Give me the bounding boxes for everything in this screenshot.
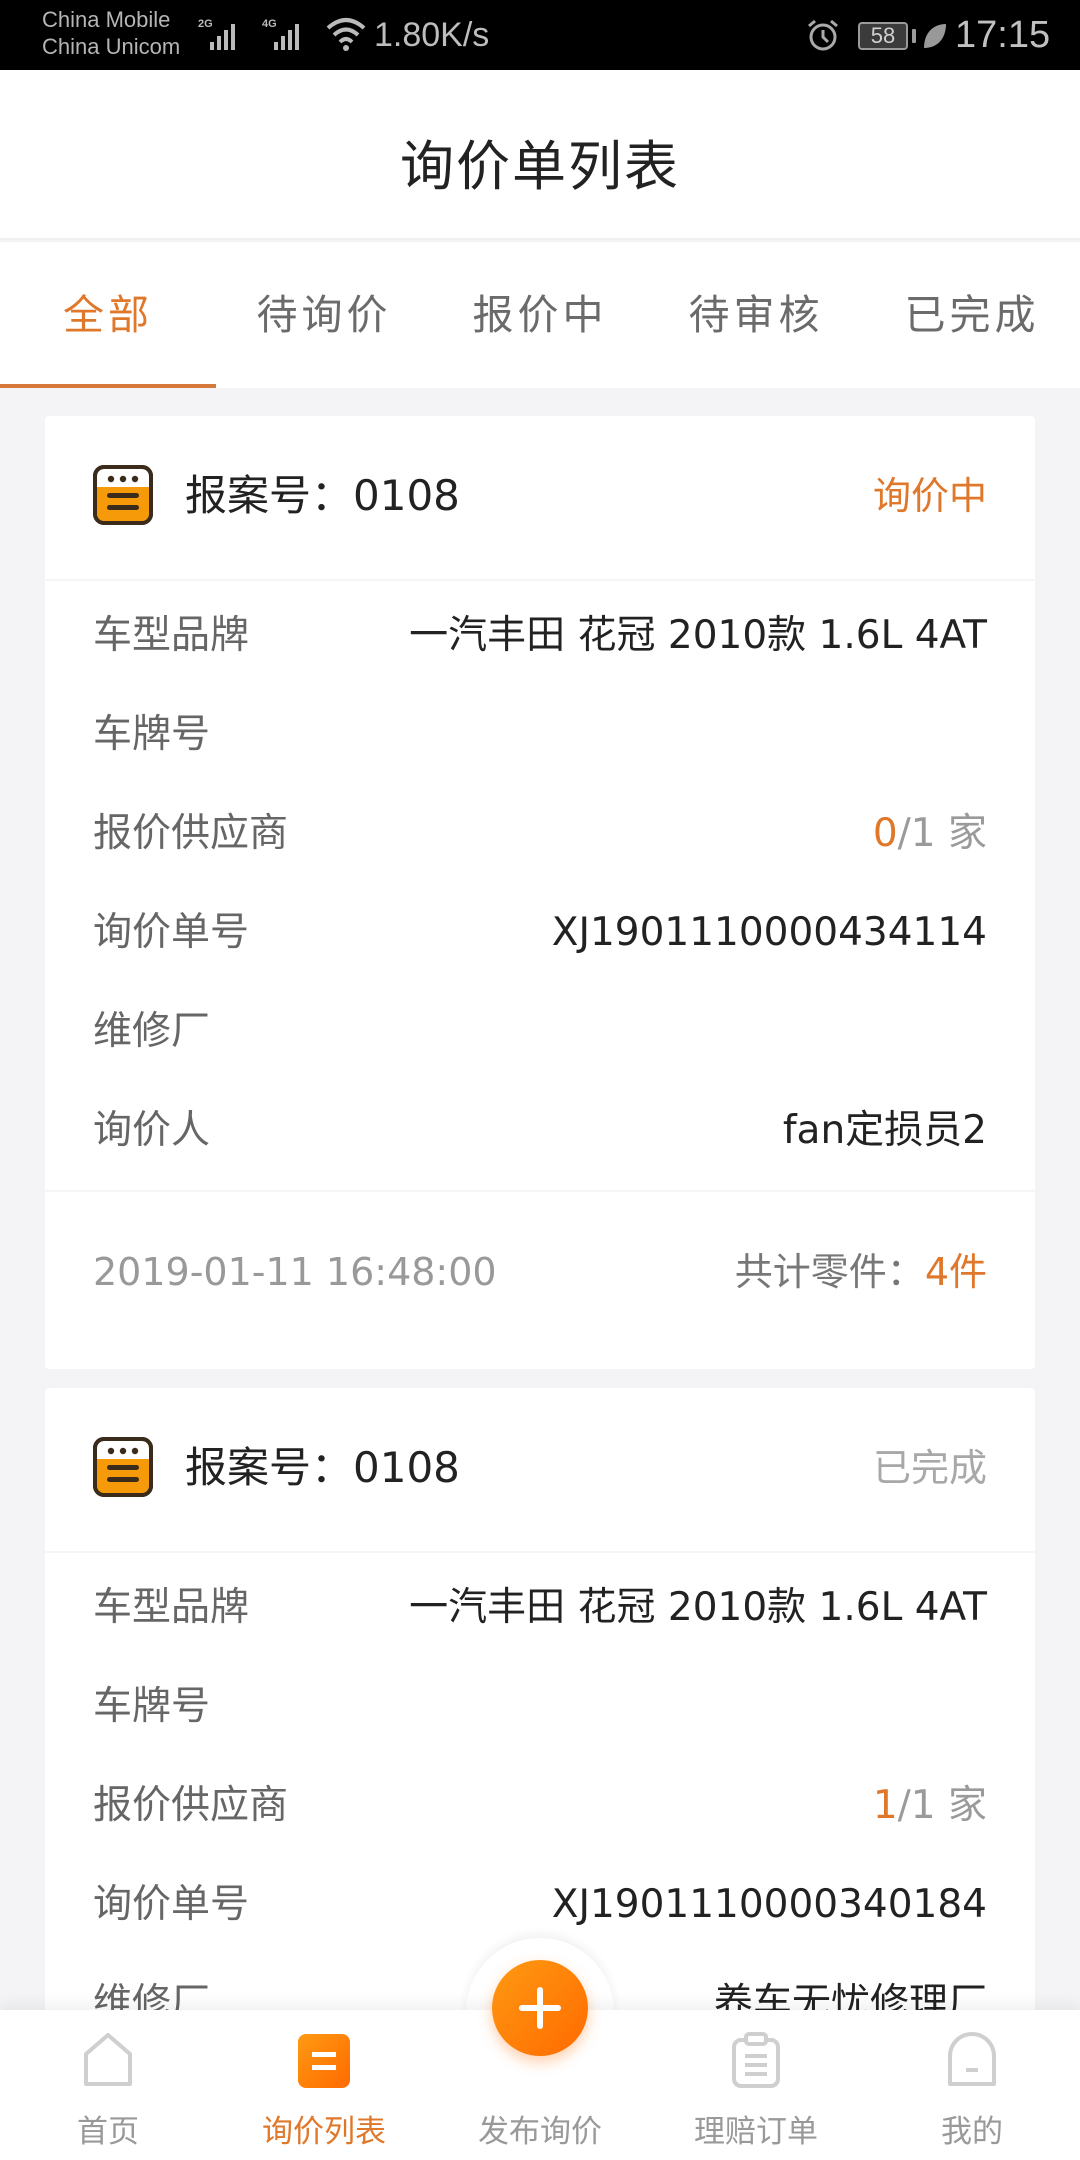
nav-profile[interactable]: 我的 [864, 2010, 1080, 2160]
supplier-count: 0/1 家 [873, 784, 987, 883]
signal-icon: 4G [262, 18, 318, 50]
nav-home[interactable]: 首页 [0, 2010, 216, 2160]
inquiry-list-icon [298, 2034, 350, 2088]
total-count: /1 家 [897, 1783, 987, 1828]
status-tabs: 全部 待询价 报价中 待审核 已完成 [0, 242, 1080, 388]
carrier-2: China Unicom [42, 34, 181, 59]
parts-label: 共计零件： [734, 1250, 925, 1294]
row-label: 车牌号 [93, 712, 211, 757]
parts-total: 共计零件：4件 [735, 1192, 987, 1352]
profile-icon [948, 2032, 996, 2086]
nav-label: 理赔订单 [694, 2114, 818, 2150]
inquiry-doc-icon [93, 465, 153, 525]
clock: 17:15 [955, 14, 1051, 56]
leaf-icon [924, 24, 946, 48]
row-vehicle-brand: 车型品牌 一汽丰田 花冠 2010款 1.6L 4AT [45, 586, 1035, 685]
status-badge: 已完成 [872, 1446, 987, 1490]
row-repair-shop: 维修厂 [45, 982, 1035, 1081]
plus-icon [537, 1987, 543, 2029]
row-label: 询价单号 [93, 1882, 250, 1927]
carrier-1: China Mobile [42, 7, 171, 32]
home-icon [84, 2033, 132, 2086]
page-title: 询价单列表 [400, 135, 680, 198]
battery-tip [912, 29, 916, 43]
nav-label: 发布询价 [478, 2114, 602, 2150]
status-bar: China Mobile China Unicom 2G 4G 1.80K/s … [0, 0, 1080, 70]
case-number: 报案号：0108 [185, 471, 460, 520]
case-number: 报案号：0108 [185, 1443, 460, 1492]
row-value: XJ1901110000340184 [551, 1882, 987, 1927]
row-label: 询价单号 [93, 910, 250, 955]
nav-claim-orders[interactable]: 理赔订单 [648, 2010, 864, 2160]
row-label: 车型品牌 [93, 613, 250, 658]
carrier-info: China Mobile China Unicom [42, 6, 180, 60]
supplier-count: 1/1 家 [873, 1756, 987, 1855]
nav-inquiry-list[interactable]: 询价列表 [216, 2010, 432, 2160]
row-plate-number: 车牌号 [45, 1657, 1035, 1756]
net-speed: 1.80K/s [374, 16, 490, 54]
card-footer: 2019-01-11 16:48:00 共计零件：4件 [45, 1190, 1035, 1369]
row-label: 维修厂 [93, 1009, 211, 1054]
total-count: /1 家 [897, 811, 987, 856]
card-body: 车型品牌 一汽丰田 花冠 2010款 1.6L 4AT 车牌号 报价供应商 0/… [45, 581, 1035, 1190]
row-label: 车型品牌 [93, 1585, 250, 1630]
signal-icon: 2G [198, 18, 254, 50]
created-time: 2019-01-11 16:48:00 [93, 1250, 497, 1294]
row-label: 车牌号 [93, 1684, 211, 1729]
battery-icon: 58 [858, 22, 908, 50]
inquiry-doc-icon [93, 1437, 153, 1497]
parts-count: 4件 [924, 1250, 987, 1294]
nav-label: 询价列表 [262, 2114, 386, 2150]
tab-all[interactable]: 全部 [0, 242, 216, 388]
row-value: 一汽丰田 花冠 2010款 1.6L 4AT [409, 1585, 987, 1630]
row-value: fan定损员2 [782, 1108, 987, 1153]
row-label: 询价人 [93, 1108, 211, 1153]
row-quote-suppliers: 报价供应商 0/1 家 [45, 784, 1035, 883]
clipboard-icon [732, 2032, 780, 2088]
quoted-count: 0 [872, 811, 898, 856]
row-label: 报价供应商 [93, 811, 289, 856]
wifi-icon [326, 18, 366, 51]
tab-quoting[interactable]: 报价中 [432, 242, 648, 388]
row-value: 一汽丰田 花冠 2010款 1.6L 4AT [409, 613, 987, 658]
status-badge: 询价中 [872, 474, 987, 518]
publish-inquiry-button[interactable] [492, 1960, 588, 2056]
card-header: 报案号：0108 询价中 [45, 416, 1035, 581]
title-bar: 询价单列表 [0, 70, 1080, 240]
tab-completed[interactable]: 已完成 [864, 242, 1080, 388]
row-label: 报价供应商 [93, 1783, 289, 1828]
quoted-count: 1 [872, 1783, 898, 1828]
nav-label: 我的 [941, 2114, 1003, 2150]
row-value: XJ1901110000434114 [551, 910, 987, 955]
row-inquiry-number: 询价单号 XJ1901110000434114 [45, 883, 1035, 982]
nav-label: 首页 [77, 2114, 139, 2150]
row-plate-number: 车牌号 [45, 685, 1035, 784]
tab-pending-inquiry[interactable]: 待询价 [216, 242, 432, 388]
row-inquirer: 询价人 fan定损员2 [45, 1081, 1035, 1180]
row-vehicle-brand: 车型品牌 一汽丰田 花冠 2010款 1.6L 4AT [45, 1558, 1035, 1657]
row-quote-suppliers: 报价供应商 1/1 家 [45, 1756, 1035, 1855]
alarm-icon [808, 19, 838, 51]
card-header: 报案号：0108 已完成 [45, 1388, 1035, 1553]
inquiry-card[interactable]: 报案号：0108 询价中 车型品牌 一汽丰田 花冠 2010款 1.6L 4AT… [45, 416, 1035, 1369]
tab-pending-review[interactable]: 待审核 [648, 242, 864, 388]
